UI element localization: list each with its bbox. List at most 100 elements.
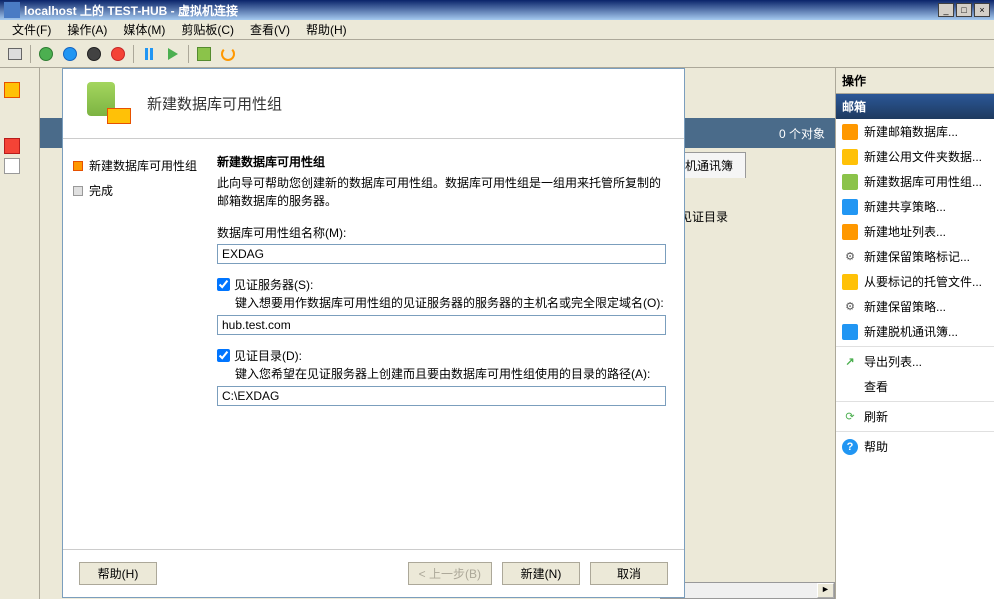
- bg-witness-label: 见证目录: [680, 208, 728, 225]
- actions-separator: [836, 401, 994, 402]
- new-dag-dialog: 新建数据库可用性组 新建数据库可用性组 完成 新建数据库可用性组 此向导可帮助您…: [62, 68, 685, 598]
- shutdown-button[interactable]: [83, 43, 105, 65]
- create-button[interactable]: 新建(N): [502, 562, 580, 585]
- action-refresh[interactable]: ⟳ 刷新: [836, 404, 994, 429]
- section-description: 此向导可帮助您创建新的数据库可用性组。数据库可用性组是一组用来托管所复制的邮箱数…: [217, 174, 666, 210]
- blank-icon: [842, 379, 858, 395]
- action-label: 帮助: [864, 438, 888, 455]
- action-new-mailbox-db[interactable]: 新建邮箱数据库...: [836, 119, 994, 144]
- window-titlebar: localhost 上的 TEST-HUB - 虚拟机连接 _ □ ×: [0, 0, 994, 20]
- close-button[interactable]: ×: [974, 3, 990, 17]
- witness-dir-hint: 键入您希望在见证服务器上创建而且要由数据库可用性组使用的目录的路径(A):: [235, 366, 666, 383]
- action-label: 新建脱机通讯簿...: [864, 323, 958, 340]
- ctrl-alt-del-button[interactable]: [4, 43, 26, 65]
- toolbar: [0, 40, 994, 68]
- menu-file[interactable]: 文件(F): [4, 19, 59, 40]
- action-new-share-policy[interactable]: 新建共享策略...: [836, 194, 994, 219]
- witness-dir-input[interactable]: [217, 386, 666, 406]
- actions-panel: 操作 邮箱 新建邮箱数据库... 新建公用文件夹数据... 新建数据库可用性组.…: [835, 68, 994, 599]
- witness-server-label: 见证服务器(S):: [234, 276, 313, 293]
- minimize-button[interactable]: _: [938, 3, 954, 17]
- menu-media[interactable]: 媒体(M): [115, 19, 173, 40]
- witness-dir-label: 见证目录(D):: [234, 347, 302, 364]
- scroll-track[interactable]: [678, 583, 817, 598]
- reset-button[interactable]: [162, 43, 184, 65]
- left-tree-column: [0, 68, 40, 599]
- action-label: 新建数据库可用性组...: [864, 173, 982, 190]
- action-label: 新建保留策略...: [864, 298, 946, 315]
- menu-action[interactable]: 操作(A): [59, 19, 115, 40]
- action-label: 新建共享策略...: [864, 198, 946, 215]
- gear-icon: ⚙: [842, 299, 858, 315]
- pause-button[interactable]: [138, 43, 160, 65]
- action-label: 新建保留策略标记...: [864, 248, 970, 265]
- maximize-button[interactable]: □: [956, 3, 972, 17]
- action-label: 刷新: [864, 408, 888, 425]
- save-button[interactable]: [107, 43, 129, 65]
- scroll-right-arrow[interactable]: ►: [817, 583, 834, 598]
- turnoff-button[interactable]: [59, 43, 81, 65]
- menu-help[interactable]: 帮助(H): [298, 19, 355, 40]
- start-button[interactable]: [35, 43, 57, 65]
- action-new-offline-book[interactable]: 新建脱机通讯簿...: [836, 319, 994, 344]
- menu-view[interactable]: 查看(V): [242, 19, 298, 40]
- witness-server-hint: 键入想要用作数据库可用性组的见证服务器的服务器的主机名或完全限定域名(O):: [235, 295, 666, 312]
- action-new-retention-policy[interactable]: ⚙ 新建保留策略...: [836, 294, 994, 319]
- action-new-public-folder-db[interactable]: 新建公用文件夹数据...: [836, 144, 994, 169]
- toolbar-separator: [133, 45, 134, 63]
- horizontal-scrollbar[interactable]: ◄ ►: [660, 582, 835, 599]
- help-button[interactable]: 帮助(H): [79, 562, 157, 585]
- bullet-inactive-icon: [73, 186, 83, 196]
- actions-separator: [836, 431, 994, 432]
- actions-list: 新建邮箱数据库... 新建公用文件夹数据... 新建数据库可用性组... 新建共…: [836, 119, 994, 599]
- bullet-active-icon: [73, 161, 83, 171]
- action-new-retention-tag[interactable]: ⚙ 新建保留策略标记...: [836, 244, 994, 269]
- witness-server-input[interactable]: [217, 315, 666, 335]
- snapshot-button[interactable]: [193, 43, 215, 65]
- tree-icon[interactable]: [4, 82, 20, 98]
- actions-section-title: 邮箱: [836, 94, 994, 119]
- toolbar-separator: [30, 45, 31, 63]
- book-icon: [842, 324, 858, 340]
- dag-name-label: 数据库可用性组名称(M):: [217, 224, 666, 241]
- nav-step-label: 完成: [89, 182, 113, 199]
- action-label: 导出列表...: [864, 353, 922, 370]
- action-new-dag[interactable]: 新建数据库可用性组...: [836, 169, 994, 194]
- policy-icon: [842, 199, 858, 215]
- action-label: 新建公用文件夹数据...: [864, 148, 982, 165]
- tree-icon[interactable]: [4, 158, 20, 174]
- action-label: 从要标记的托管文件...: [864, 273, 982, 290]
- dialog-footer: 帮助(H) < 上一步(B) 新建(N) 取消: [63, 549, 684, 597]
- center-content: 0 个对象 脱机通讯簿 见证目录 ◄ ► 新建数据库可用性组: [40, 68, 835, 599]
- section-title: 新建数据库可用性组: [217, 153, 666, 170]
- witness-server-checkbox[interactable]: [217, 278, 230, 291]
- menubar: 文件(F) 操作(A) 媒体(M) 剪贴板(C) 查看(V) 帮助(H): [0, 20, 994, 40]
- action-label: 新建地址列表...: [864, 223, 946, 240]
- folder-icon: [842, 149, 858, 165]
- witness-dir-checkbox[interactable]: [217, 349, 230, 362]
- action-from-managed-file[interactable]: 从要标记的托管文件...: [836, 269, 994, 294]
- refresh-icon: ⟳: [842, 409, 858, 425]
- menu-clipboard[interactable]: 剪贴板(C): [173, 19, 242, 40]
- dag-icon: [842, 174, 858, 190]
- action-help[interactable]: ? 帮助: [836, 434, 994, 459]
- help-icon: ?: [842, 439, 858, 455]
- app-icon: [4, 2, 20, 18]
- tree-icon[interactable]: [4, 138, 20, 154]
- nav-step-new-dag[interactable]: 新建数据库可用性组: [73, 153, 203, 178]
- gear-icon: ⚙: [842, 249, 858, 265]
- nav-step-finish[interactable]: 完成: [73, 178, 203, 203]
- action-view[interactable]: 查看: [836, 374, 994, 399]
- actions-header: 操作: [836, 68, 994, 94]
- action-new-address-list[interactable]: 新建地址列表...: [836, 219, 994, 244]
- dialog-header-icon: [83, 80, 131, 128]
- action-export-list[interactable]: ↗ 导出列表...: [836, 349, 994, 374]
- dialog-title: 新建数据库可用性组: [147, 93, 282, 114]
- back-button[interactable]: < 上一步(B): [408, 562, 492, 585]
- object-count: 0 个对象: [779, 125, 825, 142]
- dag-name-input[interactable]: [217, 244, 666, 264]
- window-title: localhost 上的 TEST-HUB - 虚拟机连接: [24, 2, 938, 19]
- list-icon: [842, 224, 858, 240]
- revert-button[interactable]: [217, 43, 239, 65]
- cancel-button[interactable]: 取消: [590, 562, 668, 585]
